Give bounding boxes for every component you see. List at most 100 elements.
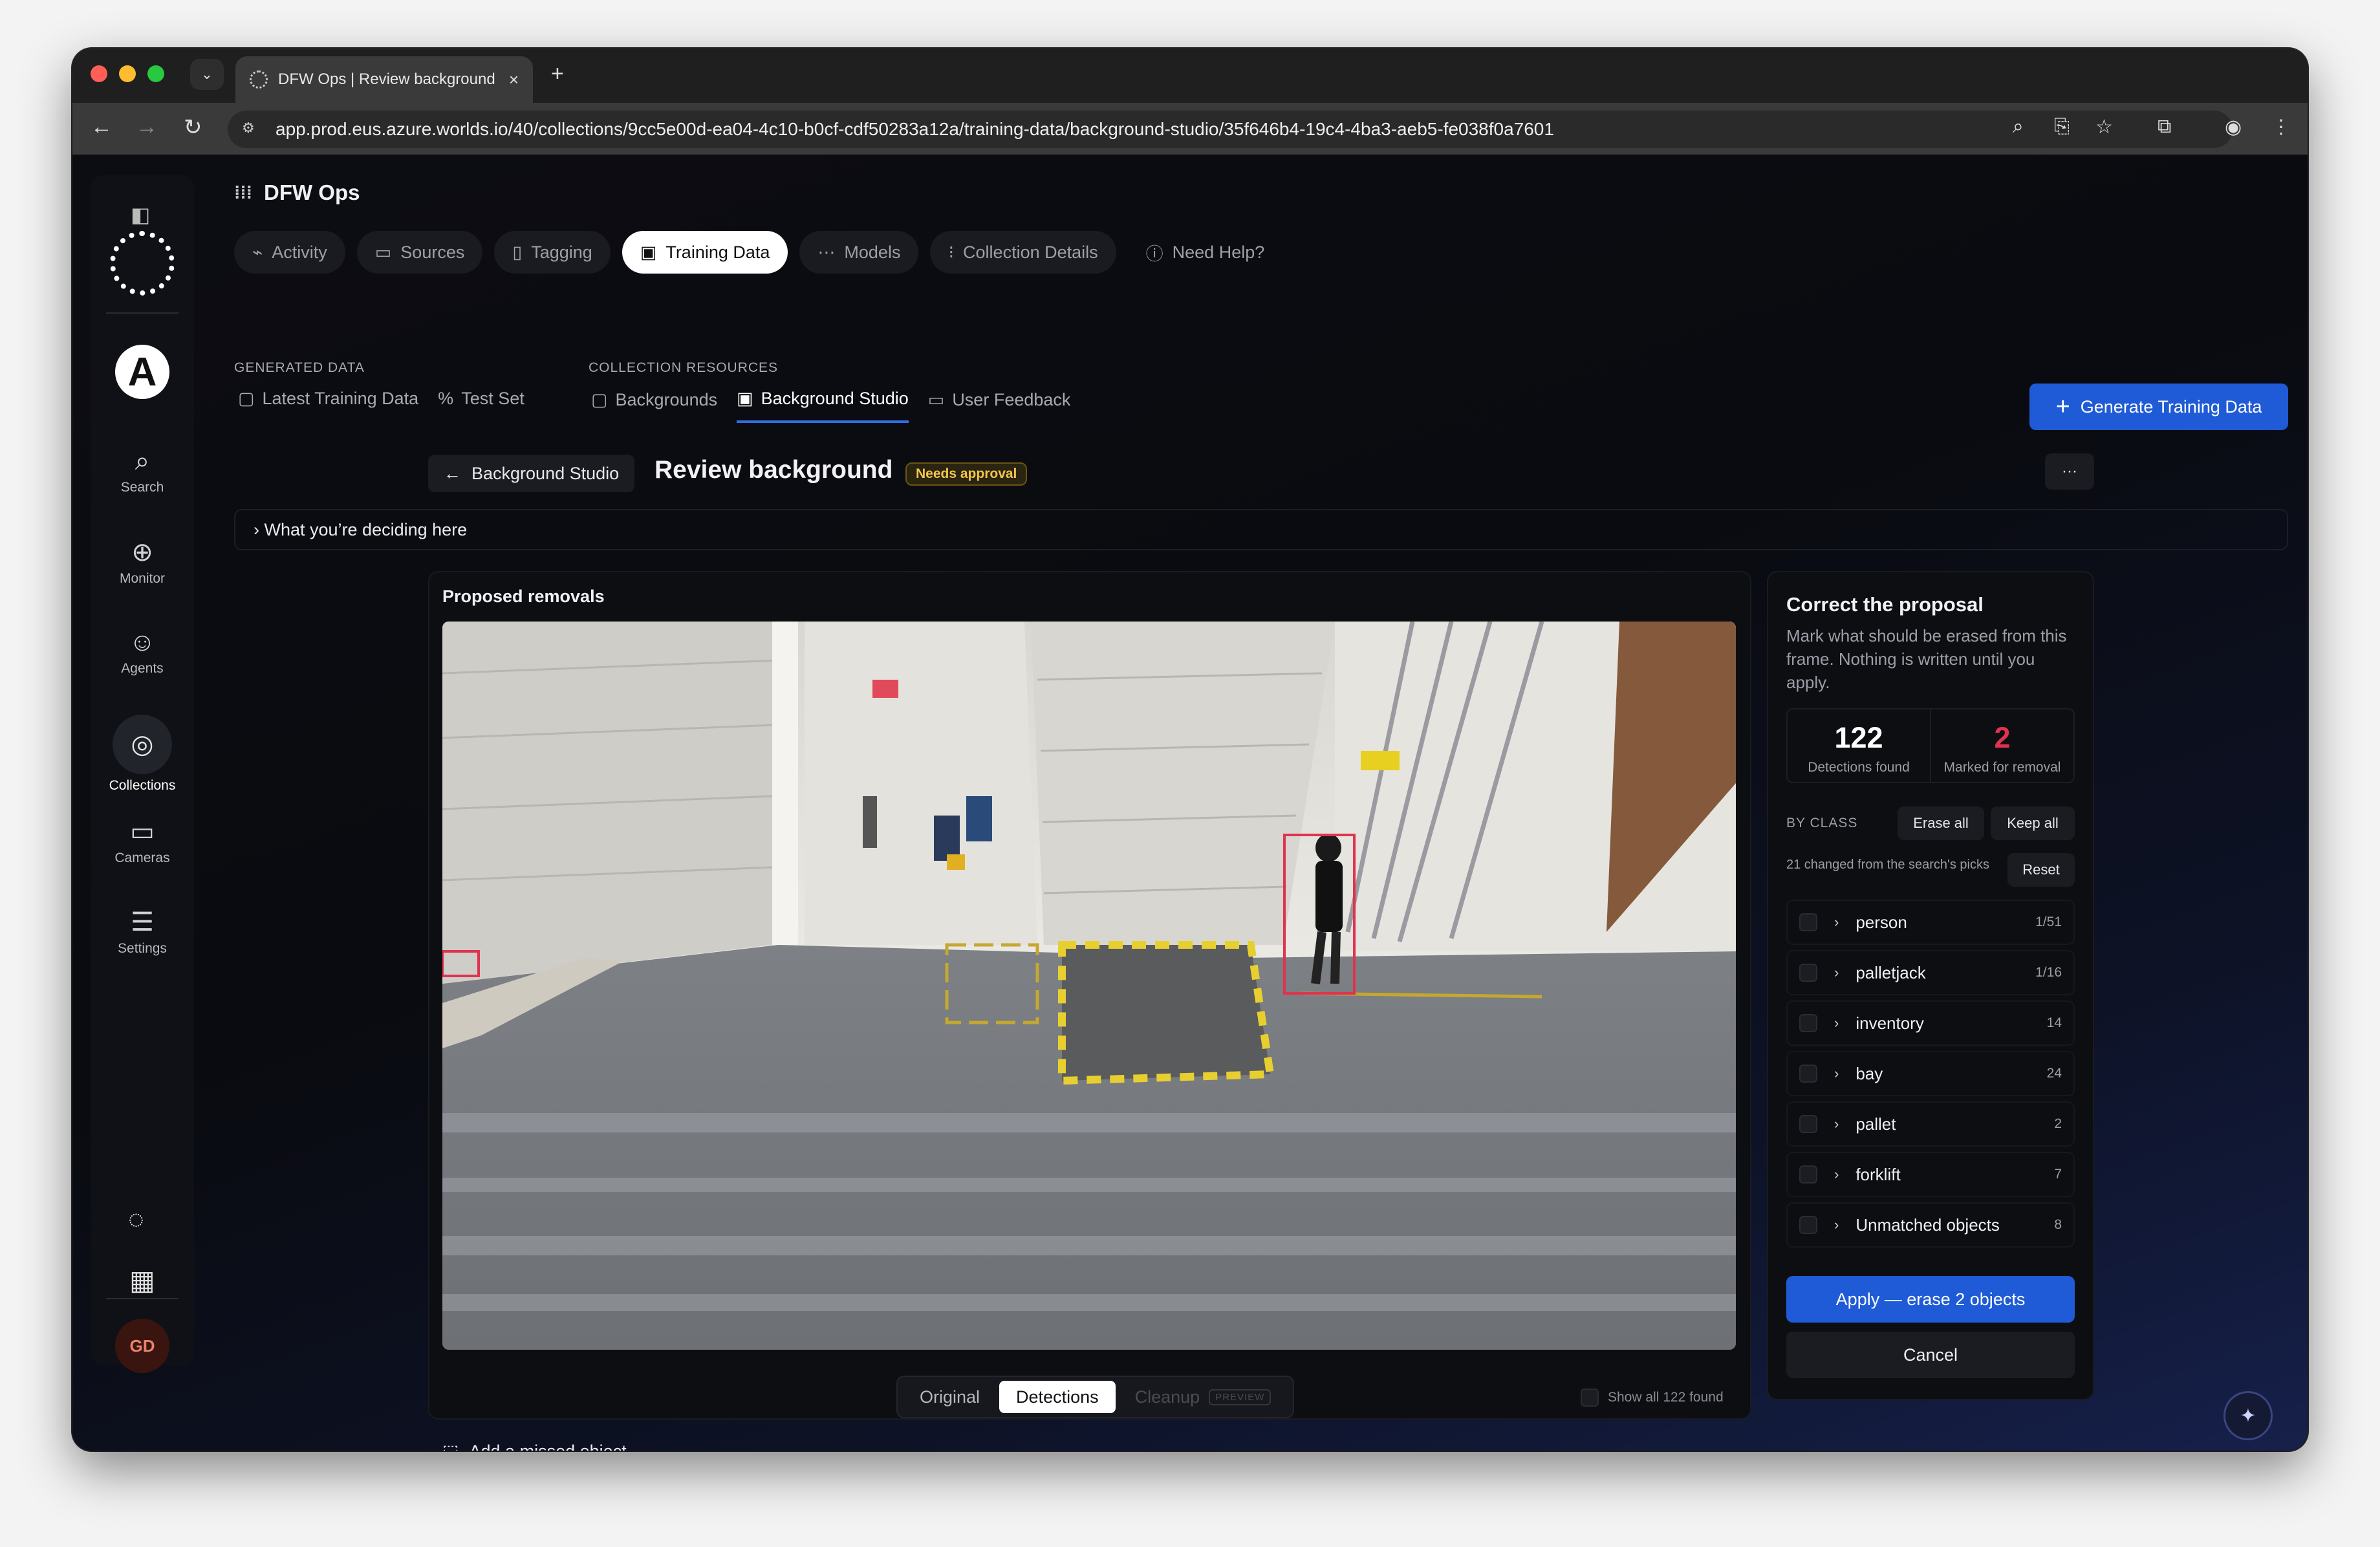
zoom-icon[interactable]: ⌕ bbox=[2013, 116, 2024, 138]
add-box-icon: ⬚ bbox=[442, 1442, 459, 1451]
extensions-icon[interactable]: ⧉ bbox=[2158, 116, 2171, 138]
warehouse-frame-image[interactable] bbox=[442, 622, 1736, 1350]
tab-tagging[interactable]: ▯ Tagging bbox=[494, 231, 611, 274]
detections-found-stat: 122 Detections found bbox=[1808, 721, 1910, 775]
mode-original[interactable]: Original bbox=[903, 1381, 997, 1413]
feedback-icon: ▭ bbox=[927, 390, 945, 409]
chevron-right-icon[interactable]: › bbox=[1834, 1015, 1839, 1032]
activity-icon: ⌁ bbox=[252, 242, 263, 262]
reset-button[interactable]: Reset bbox=[2007, 853, 2075, 887]
tab-collection-details[interactable]: ⁝ Collection Details bbox=[930, 231, 1116, 274]
address-bar: ← → ↻ ⚙ app.prod.eus.azure.worlds.io/40/… bbox=[72, 103, 2308, 155]
org-logo[interactable]: A bbox=[115, 345, 169, 399]
chevron-right-icon[interactable]: › bbox=[1834, 1116, 1839, 1132]
subtab-latest-training-data[interactable]: ▢ Latest Training Data bbox=[238, 389, 418, 420]
class-checkbox[interactable] bbox=[1799, 1216, 1817, 1234]
tab-models[interactable]: ⋯ Models bbox=[799, 231, 919, 274]
chevron-right-icon[interactable]: › bbox=[1834, 1217, 1839, 1233]
chevron-right-icon[interactable]: › bbox=[1834, 914, 1839, 931]
site-settings-icon[interactable]: ⚙ bbox=[242, 120, 263, 139]
class-checkbox[interactable] bbox=[1799, 1115, 1817, 1133]
browser-tab[interactable]: DFW Ops | Review background × bbox=[235, 56, 533, 103]
proposed-removals-panel: Proposed removals Original Detections Cl… bbox=[428, 571, 1751, 1420]
training-data-icon: ▣ bbox=[640, 242, 657, 262]
minimize-window-button[interactable] bbox=[119, 65, 136, 82]
rail-divider bbox=[106, 312, 178, 314]
class-checkbox[interactable] bbox=[1799, 964, 1817, 982]
chevron-right-icon[interactable]: › bbox=[1834, 1166, 1839, 1183]
status-badge: Needs approval bbox=[905, 462, 1028, 486]
rail-item-agents[interactable]: ☺ Agents bbox=[91, 628, 194, 676]
generate-training-data-button[interactable]: + Generate Training Data bbox=[2029, 384, 2288, 430]
rail-item-cameras[interactable]: ▭ Cameras bbox=[91, 817, 194, 866]
avatar[interactable]: GD bbox=[115, 1319, 169, 1373]
browser-menu-icon[interactable]: ⋮ bbox=[2271, 116, 2291, 138]
plus-icon: + bbox=[2055, 393, 2070, 420]
maximize-window-button[interactable] bbox=[147, 65, 164, 82]
class-checkbox[interactable] bbox=[1799, 913, 1817, 931]
add-missed-object-button[interactable]: ⬚ Add a missed object bbox=[442, 1442, 627, 1451]
dataset-icon: ▢ bbox=[238, 389, 255, 408]
loading-icon[interactable]: ◌ bbox=[128, 1204, 144, 1235]
url-field[interactable]: ⚙ app.prod.eus.azure.worlds.io/40/collec… bbox=[228, 111, 2233, 148]
tab-activity[interactable]: ⌁ Activity bbox=[234, 231, 345, 274]
class-row-unmatched[interactable]: › Unmatched objects 8 bbox=[1786, 1202, 2075, 1248]
back-arrow-icon[interactable]: ← bbox=[91, 114, 113, 140]
collection-tabs: ⌁ Activity ▭ Sources ▯ Tagging ▣ Training Da… bbox=[234, 231, 1282, 274]
app-grid-icon[interactable]: ⁞⁞⁞ bbox=[234, 182, 252, 203]
class-checkbox[interactable] bbox=[1799, 1014, 1817, 1032]
keep-all-button[interactable]: Keep all bbox=[1991, 806, 2075, 840]
page-title: Review background bbox=[654, 456, 893, 484]
class-row-forklift[interactable]: › forklift 7 bbox=[1786, 1152, 2075, 1197]
subtab-backgrounds[interactable]: ▢ Backgrounds bbox=[591, 389, 717, 423]
tab-search-dropdown[interactable]: ⌄ bbox=[190, 59, 224, 90]
new-tab-button[interactable]: + bbox=[551, 61, 564, 87]
class-row-person[interactable]: › person 1/51 bbox=[1786, 900, 2075, 945]
org-title: ⁞⁞⁞ DFW Ops bbox=[234, 180, 360, 204]
stats-summary: 122 Detections found 2 Marked for remova… bbox=[1786, 708, 2075, 783]
class-checkbox[interactable] bbox=[1799, 1065, 1817, 1083]
tab-sources[interactable]: ▭ Sources bbox=[356, 231, 483, 274]
subtab-user-feedback[interactable]: ▭ User Feedback bbox=[928, 389, 1071, 423]
forward-arrow-icon[interactable]: → bbox=[136, 114, 158, 140]
class-row-palletjack[interactable]: › palletjack 1/16 bbox=[1786, 950, 2075, 995]
rail-item-monitor[interactable]: ⊕ Monitor bbox=[91, 537, 194, 587]
subtab-background-studio[interactable]: ▣ Background Studio bbox=[737, 389, 909, 423]
install-app-icon[interactable]: ⎘ bbox=[2054, 116, 2070, 138]
tab-training-data[interactable]: ▣ Training Data bbox=[622, 231, 788, 274]
profile-icon[interactable]: ◉ bbox=[2225, 116, 2242, 138]
panel-description: Mark what should be erased from this fra… bbox=[1786, 626, 2067, 692]
chevron-right-icon[interactable]: › bbox=[1834, 1065, 1839, 1082]
need-help-link[interactable]: ⓘ Need Help? bbox=[1128, 231, 1283, 274]
preview-tag: PREVIEW bbox=[1209, 1389, 1271, 1405]
details-icon: ⁝ bbox=[948, 242, 955, 262]
rail-item-settings[interactable]: ☰ Settings bbox=[91, 907, 194, 957]
show-all-checkbox[interactable] bbox=[1581, 1389, 1599, 1407]
cancel-button[interactable]: Cancel bbox=[1786, 1332, 2075, 1378]
class-checkbox[interactable] bbox=[1799, 1165, 1817, 1184]
bookmark-star-icon[interactable]: ☆ bbox=[2095, 116, 2113, 138]
more-options-button[interactable]: ··· bbox=[2045, 453, 2094, 490]
mode-detections[interactable]: Detections bbox=[999, 1381, 1116, 1413]
class-row-inventory[interactable]: › inventory 14 bbox=[1786, 1001, 2075, 1046]
subtab-test-set[interactable]: % Test Set bbox=[438, 389, 525, 420]
back-to-background-studio-button[interactable]: ← Background Studio bbox=[428, 455, 635, 492]
ai-assistant-button[interactable]: ✦ bbox=[2223, 1391, 2273, 1440]
erase-all-button[interactable]: Erase all bbox=[1898, 806, 1984, 840]
class-row-pallet[interactable]: › pallet 2 bbox=[1786, 1101, 2075, 1147]
close-tab-icon[interactable]: × bbox=[509, 70, 519, 90]
what-youre-deciding-disclosure[interactable]: › What you’re deciding here bbox=[234, 509, 2288, 550]
favicon-icon bbox=[250, 70, 268, 89]
apply-erase-button[interactable]: Apply — erase 2 objects bbox=[1786, 1276, 2075, 1323]
building-icon[interactable]: ▦ bbox=[129, 1264, 155, 1296]
reload-icon[interactable]: ↻ bbox=[184, 114, 202, 140]
class-row-bay[interactable]: › bay 24 bbox=[1786, 1051, 2075, 1096]
sidebar-toggle-icon[interactable]: ◧ bbox=[131, 202, 150, 227]
show-all-found-toggle[interactable]: Show all 122 found bbox=[1581, 1389, 1724, 1407]
chevron-right-icon[interactable]: › bbox=[1834, 964, 1839, 981]
rail-item-search[interactable]: ⌕ Search bbox=[91, 447, 194, 495]
rail-item-collections[interactable]: ◎ Collections bbox=[91, 715, 194, 794]
sources-icon: ▭ bbox=[374, 242, 392, 262]
close-window-button[interactable] bbox=[91, 65, 107, 82]
changed-note: 21 changed from the search's picks bbox=[1786, 858, 1989, 872]
